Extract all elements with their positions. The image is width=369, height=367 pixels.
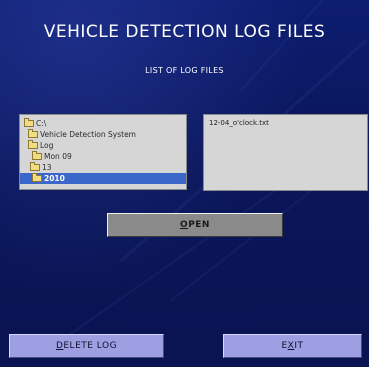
tree-item-mon-09[interactable]: Mon 09 [20,151,186,162]
folder-open-icon [28,129,38,138]
log-file-list[interactable]: 12-04_o'clock.txt [203,114,368,191]
tree-item-vehicle-detection-system[interactable]: Vehicle Detection System [20,129,186,140]
directory-tree[interactable]: C:\ Vehicle Detection System Log Mon 09 … [19,114,187,190]
page-title: VEHICLE DETECTION LOG FILES [43,22,326,42]
log-files-window: VEHICLE DETECTION LOG FILES LIST OF LOG … [0,0,369,367]
tree-item-label: Vehicle Detection System [40,130,136,139]
open-button-mnemonic: O [180,220,189,230]
tree-item-2010[interactable]: 2010 [20,173,186,184]
tree-item-13[interactable]: 13 [20,162,186,173]
tree-item-label: 13 [42,163,52,172]
tree-item-label: Log [40,141,54,150]
exit-button-label-end: IT [294,341,304,351]
tree-item-label: C:\ [36,119,47,128]
delete-log-button-label: ELETE LOG [63,341,118,351]
open-button[interactable]: OPEN [107,213,283,237]
folder-open-icon [28,140,38,149]
folder-open-icon [32,151,42,160]
folder-open-icon [32,173,42,182]
page-subtitle: LIST OF LOG FILES [145,66,224,75]
background-streak [240,0,369,92]
exit-button[interactable]: EXIT [223,334,362,358]
tree-item-log[interactable]: Log [20,140,186,151]
tree-item-drive[interactable]: C:\ [20,118,186,129]
folder-open-icon [30,162,40,171]
tree-item-label: Mon 09 [44,152,72,161]
folder-open-icon [24,118,34,127]
delete-log-button[interactable]: DELETE LOG [9,334,164,358]
tree-item-label: 2010 [44,174,65,183]
file-list-item[interactable]: 12-04_o'clock.txt [209,118,367,128]
open-button-label: PEN [188,220,210,230]
